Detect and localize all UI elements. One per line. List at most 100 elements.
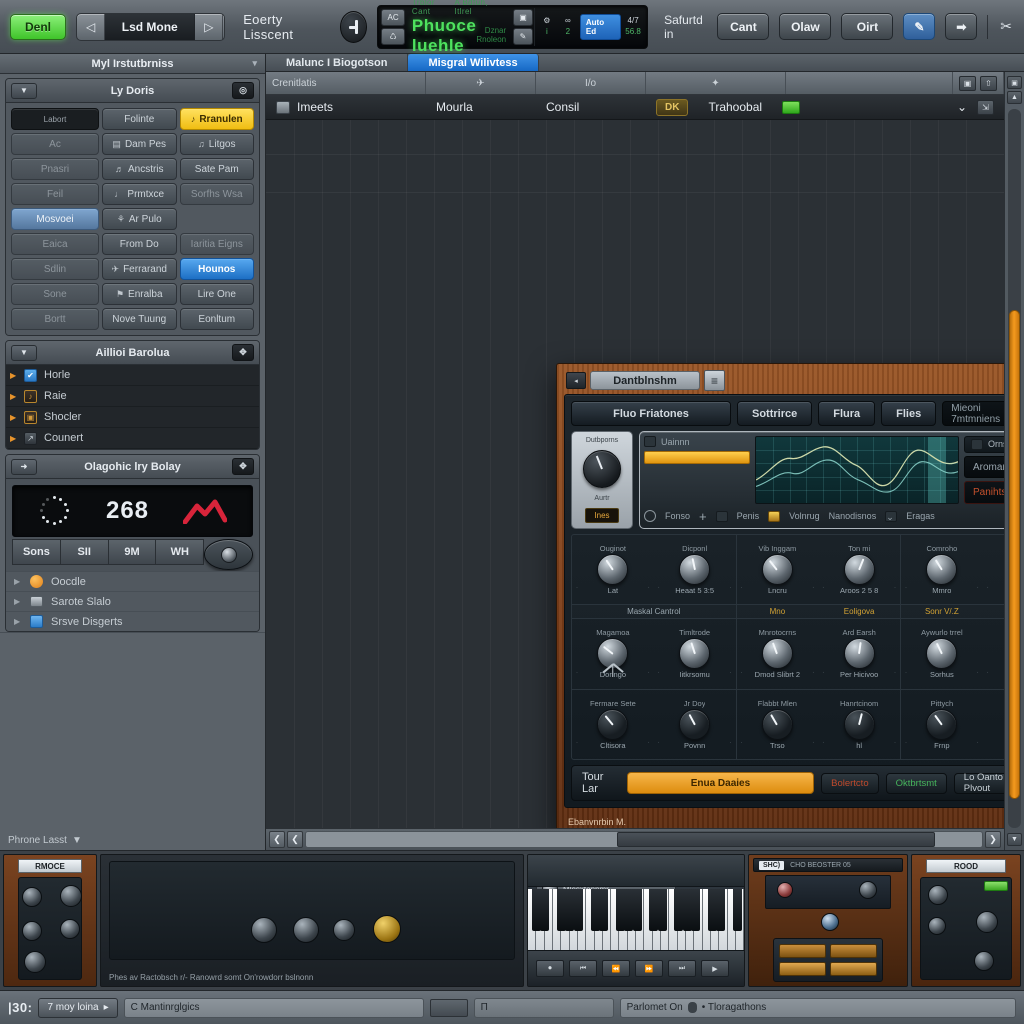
- tab-arrangement[interactable]: Malunc I Biogotson: [266, 54, 409, 71]
- gold-square-icon[interactable]: [768, 510, 781, 522]
- info-row-2[interactable]: Panihtsmt 6c11\ 000: [964, 481, 1004, 504]
- transport-lcd[interactable]: AC ♺ Trblor Cant A Bdfuh, Itlrel Phuoce …: [377, 0, 649, 55]
- col-header-1[interactable]: ✈: [426, 72, 536, 94]
- lcd-mode-icon[interactable]: AC: [381, 8, 405, 26]
- rack-slot-3[interactable]: Oitcatifoura Mlesxtonnmr ⏺⏮⏪⏩⏭▶: [527, 854, 745, 987]
- lcd-mini-btn-1[interactable]: ▣: [513, 8, 533, 26]
- piano-black-key[interactable]: [598, 889, 608, 932]
- lcd-main-display[interactable]: Trblor Cant A Bdfuh, Itlrel Phuoce luehl…: [406, 0, 512, 55]
- keyboard-button-5[interactable]: ▶: [701, 960, 729, 977]
- col-header-0[interactable]: Crenitlatis: [266, 72, 426, 94]
- library-cell-5[interactable]: ♫ Litgos: [179, 133, 254, 155]
- param-knob[interactable]: [843, 554, 875, 586]
- library-cell-20[interactable]: Hounos: [179, 258, 254, 280]
- macro-knob-box[interactable]: Dutbporns Aurtr Ines: [571, 431, 633, 529]
- track-field-3[interactable]: Consil: [536, 95, 646, 119]
- disclosure-triangle-icon[interactable]: ▶: [10, 434, 16, 443]
- param-knob[interactable]: [843, 638, 875, 670]
- library-cell-22[interactable]: ⚑ Enralba: [102, 283, 177, 305]
- keyboard-button-3[interactable]: ⏩: [635, 960, 663, 977]
- rack1-knob-5[interactable]: [24, 951, 46, 973]
- mode-display[interactable]: Lsd Mone: [105, 13, 196, 40]
- rack5-knob-4[interactable]: [974, 951, 994, 971]
- hscroll-thumb[interactable]: [616, 832, 935, 847]
- library-cell-0[interactable]: Labort: [11, 108, 99, 130]
- library-cell-13[interactable]: ⚘ Ar Pulo: [102, 208, 177, 230]
- status-button[interactable]: 7 moy loina ▸: [38, 997, 118, 1018]
- rack-slot-1[interactable]: RMOCE: [3, 854, 97, 987]
- inspector-options-icon[interactable]: ✥: [232, 458, 254, 475]
- inspector-row-0[interactable]: ▶ Oocdle: [6, 571, 259, 591]
- inspector-tab-0[interactable]: Sons: [12, 539, 61, 565]
- param-knob[interactable]: [926, 554, 958, 586]
- vscroll-track[interactable]: [1008, 109, 1021, 828]
- track-field-4[interactable]: Trahoobal: [698, 95, 772, 119]
- rack5-knob-2[interactable]: [928, 917, 946, 935]
- vscroll-top-icon[interactable]: ▣: [1007, 76, 1022, 89]
- disclosure-triangle-icon[interactable]: ▶: [14, 597, 20, 606]
- library-options-icon[interactable]: ◎: [232, 82, 254, 99]
- piano-black-key[interactable]: [716, 889, 726, 932]
- library-cell-15[interactable]: Eaica: [11, 233, 99, 255]
- chevron-down-icon[interactable]: ▼: [72, 835, 82, 846]
- library-cell-6[interactable]: Pnasri: [11, 158, 99, 180]
- status-field-3[interactable]: Parlomet On • Tloragathons: [619, 997, 1016, 1018]
- hamburger-menu-icon[interactable]: ≡: [704, 370, 725, 391]
- piano-black-key[interactable]: [657, 889, 667, 932]
- library-cell-10[interactable]: ♩ Prmtxce: [102, 183, 177, 205]
- library-cell-26[interactable]: Eonltum: [179, 308, 254, 330]
- browser-row-3[interactable]: ▶ ↗ Counert: [6, 428, 259, 449]
- inspector-row-2[interactable]: ▶ Srsve Disgerts: [6, 611, 259, 631]
- param-knob[interactable]: [761, 708, 793, 740]
- track-header-row[interactable]: Imeets Mourla Consil DK Trahoobal ⌄ ⇲: [266, 95, 1004, 120]
- record-button[interactable]: Denl: [10, 13, 66, 40]
- param-knob[interactable]: [597, 708, 629, 740]
- library-cell-18[interactable]: Sdlin: [11, 258, 99, 280]
- add-icon[interactable]: +: [699, 509, 707, 524]
- col-btn-sort-icon[interactable]: ⇧: [980, 75, 997, 91]
- piano-keyboard[interactable]: [528, 889, 744, 957]
- browser-options-icon[interactable]: ✥: [232, 344, 254, 361]
- rack4-pad-3[interactable]: [779, 962, 826, 976]
- rack1-knob-4[interactable]: [60, 919, 80, 939]
- piano-black-key[interactable]: [624, 889, 634, 932]
- mode-next-button[interactable]: ▷: [195, 13, 224, 40]
- refresh-icon[interactable]: [644, 510, 656, 522]
- piano-black-key[interactable]: [733, 889, 743, 932]
- toolbar-button-2[interactable]: Olaw: [779, 13, 832, 40]
- inspector-knob[interactable]: [204, 539, 253, 570]
- pencil-icon[interactable]: ✎: [903, 13, 936, 40]
- status-field-1-cap[interactable]: [429, 998, 468, 1017]
- inspector-tab-2[interactable]: 9M: [108, 539, 157, 565]
- rack5-knob-1[interactable]: [928, 885, 948, 905]
- param-knob[interactable]: [679, 708, 711, 740]
- library-cell-8[interactable]: Sate Pam: [179, 158, 254, 180]
- scroll-up-icon[interactable]: ▲: [1007, 91, 1022, 104]
- track-field-2[interactable]: Mourla: [426, 95, 536, 119]
- chevron-down-icon[interactable]: ⌄: [957, 100, 967, 114]
- rack2-knob-3[interactable]: [333, 919, 355, 941]
- param-knob[interactable]: [926, 708, 958, 740]
- inspector-lcd[interactable]: 268: [12, 485, 253, 537]
- keyboard-button-0[interactable]: ⏺: [536, 960, 564, 977]
- inspector-row-1[interactable]: ▶ Sarote Slalo: [6, 591, 259, 611]
- scroll-right-icon[interactable]: ❯: [985, 831, 1001, 848]
- col-header-4[interactable]: [786, 72, 953, 94]
- vertical-scrollbar[interactable]: ▣ ▲ ▼: [1004, 72, 1024, 850]
- library-cell-16[interactable]: From Do: [102, 233, 177, 255]
- scope-ctrl-6[interactable]: Eragas: [906, 511, 935, 521]
- keyboard-button-1[interactable]: ⏮: [569, 960, 597, 977]
- plugin-back-button[interactable]: ◂: [566, 372, 586, 389]
- track-name[interactable]: Imeets: [297, 100, 333, 114]
- param-knob[interactable]: [679, 554, 711, 586]
- browser-row-0[interactable]: ▶ ✔ Horle: [6, 365, 259, 386]
- piano-black-key[interactable]: [649, 889, 659, 932]
- rack1-knob-2[interactable]: [60, 885, 82, 907]
- toolbar-button-1[interactable]: Cant: [717, 13, 770, 40]
- lcd-auto-badge[interactable]: Auto Ed: [579, 13, 622, 40]
- rack4-knob-red[interactable]: [777, 882, 793, 898]
- library-cell-7[interactable]: ♬ Ancstris: [102, 158, 177, 180]
- library-cell-24[interactable]: Bortt: [11, 308, 99, 330]
- info-row-1[interactable]: Aromart 6iv(1 6ns10: [964, 455, 1004, 479]
- toolbar-button-3[interactable]: Oirt: [841, 13, 894, 40]
